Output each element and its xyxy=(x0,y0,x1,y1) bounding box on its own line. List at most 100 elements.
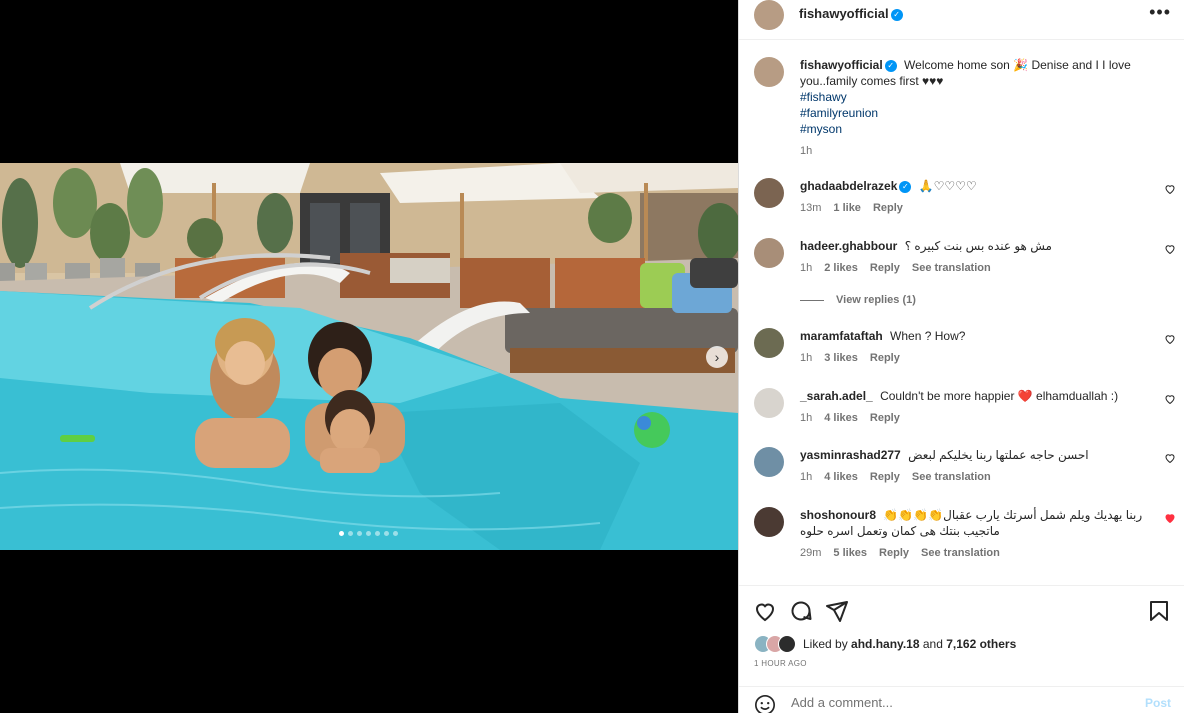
commenter-username-text[interactable]: yasminrashad277 xyxy=(800,448,901,462)
next-media-button[interactable]: › xyxy=(706,346,728,368)
reply-button[interactable]: Reply xyxy=(873,200,903,216)
see-translation-link[interactable]: See translation xyxy=(912,469,991,485)
heart-icon[interactable] xyxy=(753,599,777,623)
author-username-text[interactable]: fishawyofficial xyxy=(799,6,889,21)
comment-list: fishawyofficial ✓ Welcome home son 🎉 Deni… xyxy=(739,40,1184,585)
emoji-icon[interactable] xyxy=(754,694,776,713)
comment-time[interactable]: 13m xyxy=(800,200,821,216)
carousel-dots xyxy=(339,531,398,536)
commenter-avatar[interactable] xyxy=(754,328,784,358)
liked-by-others[interactable]: 7,162 others xyxy=(946,637,1016,651)
comment-likes[interactable]: 3 likes xyxy=(824,350,858,366)
author-avatar[interactable] xyxy=(754,57,784,87)
liked-by-prefix: Liked by xyxy=(803,637,848,651)
comment-likes[interactable]: 5 likes xyxy=(833,545,867,561)
comment-text: احسن حاجه عملتها ربنا يخليكم لبعض xyxy=(908,448,1089,462)
post-time[interactable]: 1 HOUR AGO xyxy=(754,659,807,668)
post-header: fishawyofficial ✓ ••• xyxy=(739,0,1184,40)
verified-badge-icon: ✓ xyxy=(890,8,903,21)
bookmark-icon[interactable] xyxy=(1147,599,1171,623)
commenter-username-text[interactable]: _sarah.adel_ xyxy=(800,389,873,403)
comment-icon[interactable] xyxy=(789,599,813,623)
view-replies-button[interactable]: View replies (1) xyxy=(800,294,916,306)
verified-badge-icon: ✓ xyxy=(884,59,897,72)
heart-icon[interactable] xyxy=(1164,243,1176,255)
reply-button[interactable]: Reply xyxy=(870,469,900,485)
comment-likes[interactable]: 1 like xyxy=(833,200,861,216)
comment-time[interactable]: 29m xyxy=(800,545,821,561)
post-sidebar: fishawyofficial ✓ ••• fishawyofficial ✓ We… xyxy=(738,0,1184,713)
chevron-right-icon: › xyxy=(714,349,720,365)
comment-time[interactable]: 1h xyxy=(800,469,812,485)
media-panel: › xyxy=(0,0,738,713)
reply-button[interactable]: Reply xyxy=(870,350,900,366)
caption-username[interactable]: fishawyofficial ✓ xyxy=(800,58,897,72)
comment-text: Couldn't be more happier ❤️ elhamduallah… xyxy=(880,389,1119,403)
liked-by-and: and xyxy=(922,637,943,651)
carousel-dot xyxy=(357,531,362,536)
author-username[interactable]: fishawyofficial ✓ xyxy=(799,6,903,21)
commenter-avatar[interactable] xyxy=(754,447,784,477)
reply-button[interactable]: Reply xyxy=(870,260,900,276)
liked-by-summary: Liked by ahd.hany.18 and 7,162 others xyxy=(754,635,1016,653)
author-avatar[interactable] xyxy=(754,0,784,30)
comment-time[interactable]: 1h xyxy=(800,350,812,366)
comment-time[interactable]: 1h xyxy=(800,260,812,276)
comment-text: مش هو عنده بس بنت كبيره ؟ xyxy=(904,239,1052,253)
commenter-username-text[interactable]: ghadaabdelrazek xyxy=(800,179,897,193)
comment-likes[interactable]: 4 likes xyxy=(824,469,858,485)
commenter-avatar[interactable] xyxy=(754,507,784,537)
commenter-avatar[interactable] xyxy=(754,178,784,208)
commenter-username[interactable]: ghadaabdelrazek ✓ xyxy=(800,179,912,193)
post-actions: Liked by ahd.hany.18 and 7,162 others 1 … xyxy=(739,585,1184,713)
hashtag-link[interactable]: #familyreunion xyxy=(800,105,1145,121)
liker-avatars xyxy=(754,635,799,653)
see-translation-link[interactable]: See translation xyxy=(921,545,1000,561)
post-viewer: › fishawyofficial ✓ ••• fishawyofficial … xyxy=(0,0,1184,713)
carousel-dot xyxy=(384,531,389,536)
carousel-dot xyxy=(339,531,344,536)
comment-text: When ? How? xyxy=(890,329,966,343)
commenter-avatar[interactable] xyxy=(754,238,784,268)
commenter-username-text[interactable]: shoshonour8 xyxy=(800,508,876,522)
carousel-dot xyxy=(393,531,398,536)
commenter-avatar[interactable] xyxy=(754,388,784,418)
view-replies-label[interactable]: View replies (1) xyxy=(836,294,916,306)
carousel-dot xyxy=(348,531,353,536)
commenter-username[interactable]: hadeer.ghabbour xyxy=(800,239,897,253)
liked-heart-icon[interactable] xyxy=(1164,512,1176,524)
commenter-username[interactable]: _sarah.adel_ xyxy=(800,389,873,403)
more-options-icon[interactable]: ••• xyxy=(1149,2,1171,23)
share-icon[interactable] xyxy=(825,599,849,623)
commenter-username[interactable]: maramfataftah xyxy=(800,329,883,343)
comment-input[interactable] xyxy=(791,695,1131,710)
carousel-dot xyxy=(366,531,371,536)
commenter-username-text[interactable]: hadeer.ghabbour xyxy=(800,239,897,253)
commenter-username[interactable]: yasminrashad277 xyxy=(800,448,901,462)
comment-likes[interactable]: 4 likes xyxy=(824,410,858,426)
liker-avatar[interactable] xyxy=(778,635,796,653)
liked-by-user[interactable]: ahd.hany.18 xyxy=(851,637,919,651)
comment-time[interactable]: 1h xyxy=(800,410,812,426)
heart-icon[interactable] xyxy=(1164,393,1176,405)
verified-badge-icon: ✓ xyxy=(899,180,912,193)
carousel-dot xyxy=(375,531,380,536)
reply-button[interactable]: Reply xyxy=(870,410,900,426)
add-comment-bar: Post xyxy=(739,686,1184,713)
commenter-username-text[interactable]: maramfataftah xyxy=(800,329,883,343)
hashtag-link[interactable]: #fishawy xyxy=(800,89,1145,105)
reply-button[interactable]: Reply xyxy=(879,545,909,561)
comment-text: 🙏♡♡♡♡ xyxy=(918,179,977,193)
heart-icon[interactable] xyxy=(1164,183,1176,195)
divider xyxy=(800,299,824,301)
comment-likes[interactable]: 2 likes xyxy=(824,260,858,276)
caption-time[interactable]: 1h xyxy=(800,143,812,159)
commenter-username[interactable]: shoshonour8 xyxy=(800,508,876,522)
caption-username-text[interactable]: fishawyofficial xyxy=(800,58,883,72)
post-photo[interactable]: › xyxy=(0,163,738,550)
hashtag-link[interactable]: #myson xyxy=(800,121,1145,137)
heart-icon[interactable] xyxy=(1164,452,1176,464)
heart-icon[interactable] xyxy=(1164,333,1176,345)
see-translation-link[interactable]: See translation xyxy=(912,260,991,276)
post-comment-button[interactable]: Post xyxy=(1145,696,1171,710)
